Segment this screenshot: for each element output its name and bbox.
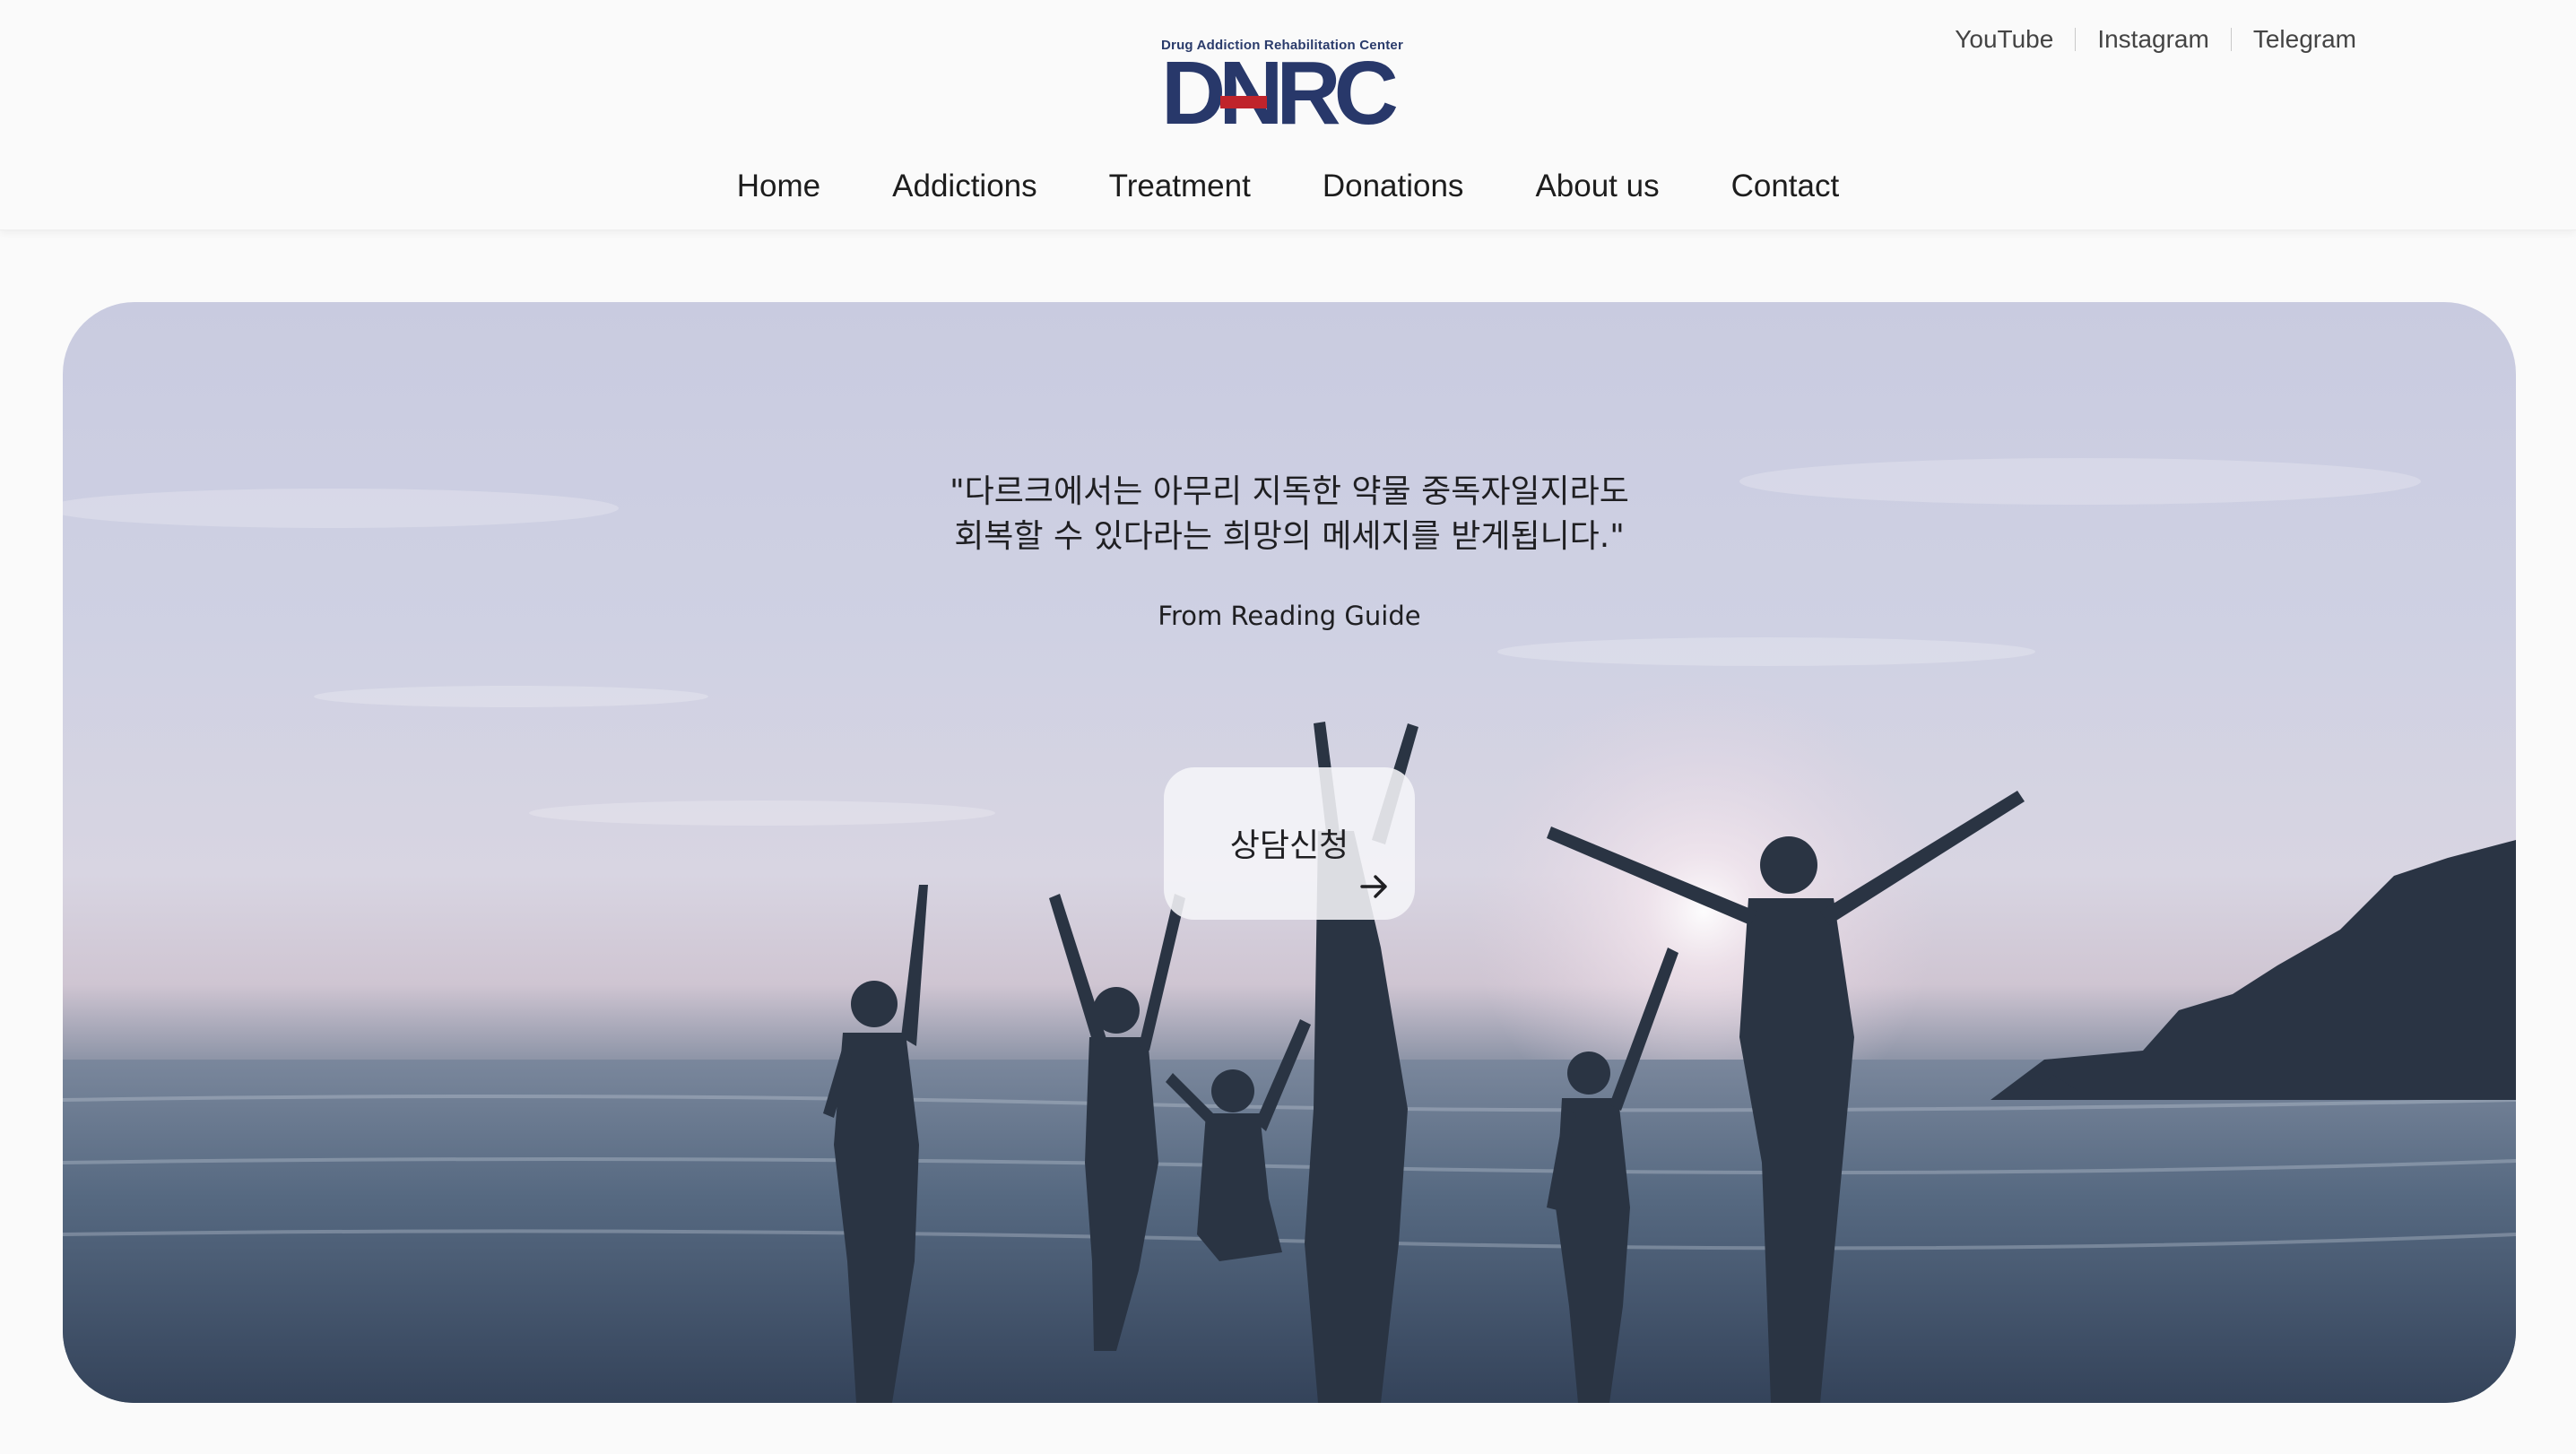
instagram-link[interactable]: Instagram (2097, 25, 2209, 54)
nav-item-addictions[interactable]: Addictions (892, 169, 1036, 204)
logo-wordmark: DNRC (1161, 43, 1399, 143)
youtube-link[interactable]: YouTube (1955, 25, 2053, 54)
quote-line-2: 회복할 수 있다라는 희망의 메세지를 받게됩니다." (954, 518, 1625, 555)
page: Drug Addiction Rehabilitation Center DNR… (0, 0, 2576, 1454)
consultation-request-button[interactable]: 상담신청 (1164, 767, 1415, 920)
logo-red-bar (1220, 96, 1267, 108)
quote-line-1: "다르크에서는 아무리 지독한 약물 중독자일지라도 (950, 473, 1629, 510)
nav-item-contact[interactable]: Contact (1731, 169, 1840, 204)
logo[interactable]: Drug Addiction Rehabilitation Center DNR… (1161, 38, 1421, 143)
nav-item-donations[interactable]: Donations (1323, 169, 1464, 204)
social-links: YouTube Instagram Telegram (1955, 25, 2356, 54)
main-nav: Home Addictions Treatment Donations Abou… (0, 169, 2576, 204)
site-header: Drug Addiction Rehabilitation Center DNR… (0, 0, 2576, 230)
nav-item-treatment[interactable]: Treatment (1109, 169, 1251, 204)
arrow-right-icon (1360, 875, 1387, 898)
hero-banner: "다르크에서는 아무리 지독한 약물 중독자일지라도 회복할 수 있다라는 희망… (63, 302, 2516, 1403)
social-divider (2075, 28, 2077, 51)
hero-quote: "다르크에서는 아무리 지독한 약물 중독자일지라도 회복할 수 있다라는 희망… (63, 470, 2516, 559)
nav-item-about-us[interactable]: About us (1535, 169, 1659, 204)
quote-source: From Reading Guide (1158, 601, 1421, 631)
consultation-button-label: 상담신청 (1229, 827, 1349, 864)
nav-item-home[interactable]: Home (737, 169, 820, 204)
social-divider (2230, 28, 2232, 51)
telegram-link[interactable]: Telegram (2253, 25, 2356, 54)
